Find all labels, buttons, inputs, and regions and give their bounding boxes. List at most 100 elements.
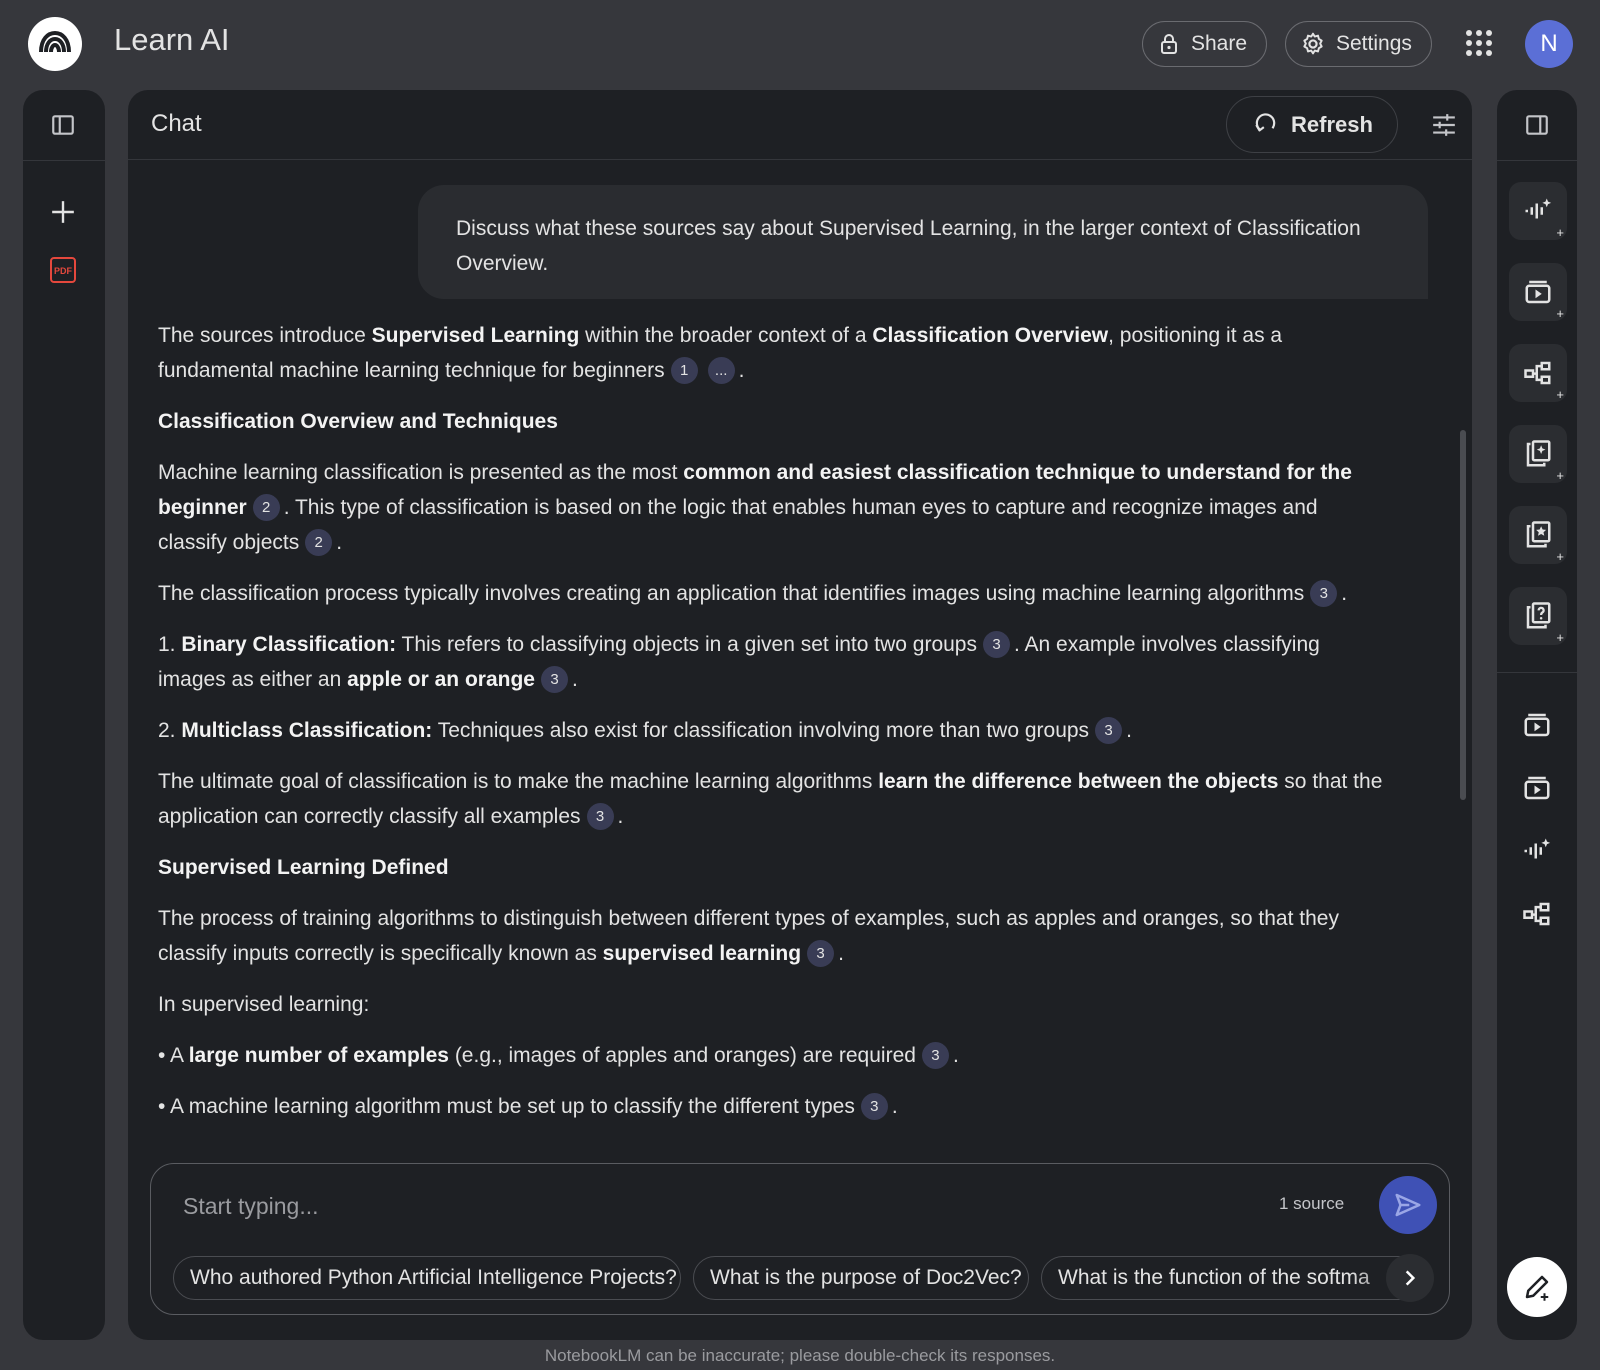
reports-button[interactable]: + (1509, 425, 1567, 483)
response-bullet: • A large number of examples (e.g., imag… (158, 1038, 1388, 1073)
video-overview-button[interactable]: + (1509, 263, 1567, 321)
edit-note-icon (1525, 1275, 1549, 1301)
rail-divider (1497, 672, 1577, 673)
plus-icon: + (1556, 387, 1564, 402)
response-text: • A (158, 1044, 189, 1067)
panel-toggle-icon[interactable] (45, 107, 81, 143)
plus-icon: + (1556, 225, 1564, 240)
citation-chip[interactable]: 3 (1095, 717, 1123, 744)
audio-overview-icon (1525, 198, 1552, 219)
response-text: (e.g., images of apples and oranges) are… (448, 1044, 916, 1067)
response-paragraph: The ultimate goal of classification is t… (158, 764, 1388, 834)
response-paragraph: In supervised learning: (158, 993, 370, 1016)
chat-scrollbar[interactable] (1460, 430, 1466, 800)
response-text: This refers to classifying objects in a … (396, 633, 977, 656)
pdf-icon[interactable]: PDF (45, 252, 81, 288)
citation-chip[interactable]: 3 (586, 803, 614, 830)
flashcards-button[interactable]: + (1509, 506, 1567, 564)
response-bold: Classification Overview (872, 324, 1109, 347)
response-bullet: • A machine learning algorithm must be s… (158, 1089, 1388, 1124)
chat-header: Chat Refresh (128, 90, 1472, 160)
apps-grid-icon[interactable] (1466, 30, 1492, 56)
rail-divider (1497, 160, 1577, 161)
response-text: . (891, 1095, 898, 1118)
mind-map-icon[interactable] (1519, 896, 1555, 932)
send-button[interactable] (1379, 1176, 1437, 1234)
plus-icon: + (1556, 549, 1564, 564)
suggestion-chip[interactable]: What is the purpose of Doc2Vec? (693, 1256, 1029, 1300)
source-count: 1 source (1279, 1194, 1345, 1213)
response-text: . (571, 668, 578, 691)
response-text: The sources introduce (158, 324, 372, 347)
audio-overview-button[interactable]: + (1509, 182, 1567, 240)
response-bold: Supervised Learning (371, 324, 580, 347)
avatar[interactable]: N (1525, 20, 1573, 68)
notebook-title[interactable]: Learn AI (114, 22, 229, 58)
chat-input[interactable] (183, 1184, 1233, 1228)
response-text: Machine learning classification is prese… (158, 461, 684, 484)
assistant-response: The sources introduce Supervised Learnin… (158, 318, 1388, 1140)
flashcards-icon (1526, 521, 1551, 548)
user-message: Discuss what these sources say about Sup… (418, 185, 1428, 299)
citation-chip[interactable]: 3 (1310, 580, 1338, 607)
share-button[interactable]: Share (1142, 21, 1267, 67)
chat-title: Chat (151, 110, 202, 137)
mind-map-icon (1524, 361, 1551, 385)
gear-icon (1303, 32, 1323, 55)
citation-chip[interactable]: 3 (860, 1093, 888, 1120)
citation-chip[interactable]: 2 (252, 494, 280, 521)
refresh-icon (1255, 112, 1276, 131)
citation-chip[interactable]: 3 (807, 940, 835, 967)
panel-toggle-icon[interactable] (1519, 107, 1555, 143)
chevron-right-icon (1405, 1270, 1416, 1286)
citation-chip[interactable]: 3 (983, 631, 1010, 658)
add-note-button[interactable] (1507, 1257, 1567, 1317)
send-icon (1395, 1193, 1421, 1217)
response-text: Techniques also exist for classification… (432, 719, 1090, 742)
response-text: The ultimate goal of classification is t… (158, 770, 879, 793)
citation-chip[interactable]: 3 (540, 666, 568, 693)
plus-icon: + (1556, 468, 1564, 483)
video-icon[interactable] (1519, 770, 1555, 806)
audio-icon[interactable] (1519, 833, 1555, 869)
response-paragraph: The classification process typically inv… (158, 576, 1388, 611)
video-icon[interactable] (1519, 707, 1555, 743)
response-bold: large number of examples (188, 1044, 449, 1067)
response-text: . This type of classification is based o… (158, 496, 1318, 554)
refresh-button[interactable]: Refresh (1226, 96, 1398, 153)
settings-button[interactable]: Settings (1285, 21, 1432, 67)
response-text: . (738, 359, 745, 382)
suggestion-chip[interactable]: Who authored Python Artificial Intellige… (173, 1256, 681, 1300)
quiz-button[interactable]: + (1509, 587, 1567, 645)
settings-label: Settings (1336, 32, 1412, 55)
refresh-label: Refresh (1291, 111, 1373, 137)
section-heading: Classification Overview and Techniques (158, 410, 558, 433)
response-text: . (336, 531, 343, 554)
citation-more-chip[interactable]: ... (707, 357, 735, 384)
response-text: 2. (158, 719, 182, 742)
response-text: . (1126, 719, 1132, 742)
citation-chip[interactable]: 1 (670, 357, 698, 384)
suggestions-next-button[interactable] (1386, 1254, 1434, 1302)
lock-icon (1161, 34, 1177, 54)
response-text: within the broader context of a (579, 324, 873, 347)
response-text: . (838, 942, 844, 965)
suggestion-chip[interactable]: What is the function of the softma (1041, 1256, 1421, 1300)
add-icon[interactable] (45, 194, 81, 230)
plus-icon: + (1556, 306, 1564, 321)
response-text: . (617, 805, 624, 828)
notebooklm-logo[interactable] (28, 17, 82, 71)
sources-rail: PDF (23, 90, 105, 1340)
quiz-icon (1526, 602, 1551, 629)
citation-chip[interactable]: 3 (921, 1042, 949, 1069)
disclaimer-note: NotebookLM can be inaccurate; please dou… (544, 1346, 1056, 1365)
response-paragraph: Machine learning classification is prese… (158, 455, 1388, 560)
mind-map-button[interactable]: + (1509, 344, 1567, 402)
response-bold: Binary Classification: (181, 633, 397, 656)
response-paragraph: 2. Multiclass Classification: Techniques… (158, 713, 1388, 748)
logo-icon (39, 30, 71, 53)
section-heading: Supervised Learning Defined (158, 856, 449, 879)
chat-input-box: 1 source Who authored Python Artificial … (150, 1163, 1450, 1315)
tune-settings-icon[interactable] (1431, 112, 1457, 138)
citation-chip[interactable]: 2 (305, 529, 333, 556)
